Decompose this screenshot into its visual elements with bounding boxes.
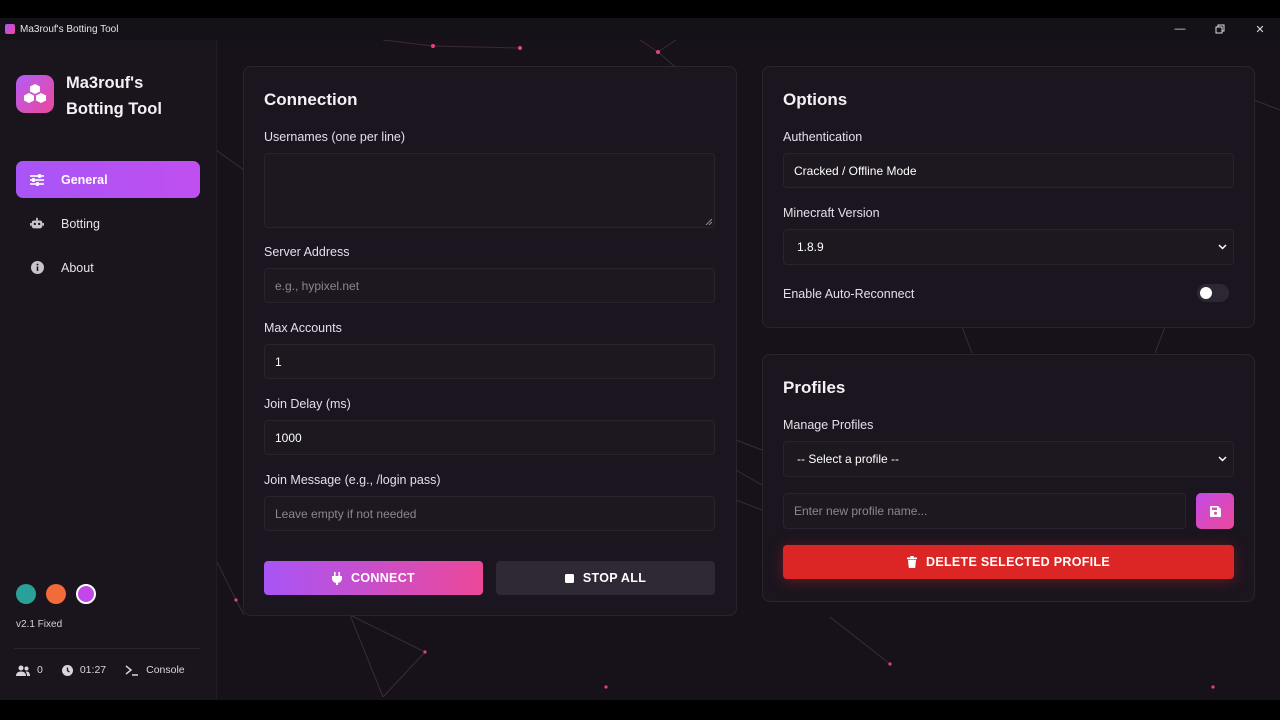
close-icon[interactable]: ✕ [1240, 18, 1280, 40]
stop-all-button[interactable]: STOP ALL [496, 561, 715, 595]
console-label: Console [146, 664, 185, 676]
delete-profile-button[interactable]: DELETE SELECTED PROFILE [783, 545, 1234, 579]
manage-profiles-label: Manage Profiles [783, 418, 874, 432]
sidebar-item-botting[interactable]: Botting [16, 205, 200, 242]
sliders-icon [30, 173, 44, 187]
app-icon [5, 24, 15, 34]
sidebar-item-label: General [61, 172, 108, 187]
profiles-title: Profiles [783, 378, 846, 397]
server-address-input[interactable]: e.g., hypixel.net [264, 268, 715, 303]
minecraft-version-label: Minecraft Version [783, 206, 880, 220]
status-bar: 0 01:27 Console [16, 664, 204, 676]
options-card: Options Authentication Cracked / Offline… [762, 66, 1255, 328]
connection-card: Connection Usernames (one per line) Serv… [243, 66, 737, 616]
sidebar-item-about[interactable]: About [16, 249, 200, 286]
sidebar-nav: General Botting About [16, 161, 200, 293]
bot-count: 0 [16, 664, 43, 676]
plug-icon [332, 571, 343, 585]
restore-icon[interactable] [1200, 18, 1240, 40]
resize-grip-icon[interactable] [705, 218, 712, 225]
brand-title: Ma3rouf's Botting Tool [66, 70, 206, 122]
connection-title: Connection [264, 90, 358, 109]
profile-select-value: -- Select a profile -- [797, 452, 900, 466]
cubes-icon [24, 84, 46, 103]
auto-reconnect-toggle[interactable] [1197, 284, 1229, 302]
max-accounts-input[interactable]: 1 [264, 344, 715, 379]
bottom-black-bar [0, 700, 1280, 720]
authentication-label: Authentication [783, 130, 863, 144]
sidebar-item-label: Botting [61, 216, 100, 231]
theme-selector [16, 584, 106, 604]
console-button[interactable]: Console [125, 664, 185, 676]
join-message-label: Join Message (e.g., /login pass) [264, 473, 441, 487]
top-black-bar [0, 0, 1280, 18]
usernames-textarea[interactable] [264, 153, 715, 228]
minecraft-version-select[interactable]: 1.8.9 [783, 229, 1234, 265]
info-icon [30, 261, 44, 275]
theme-orange[interactable] [46, 584, 66, 604]
authentication-field[interactable]: Cracked / Offline Mode [783, 153, 1234, 188]
profile-name-input[interactable]: Enter new profile name... [783, 493, 1186, 529]
chevron-down-icon [1218, 456, 1227, 462]
server-placeholder: e.g., hypixel.net [275, 278, 360, 293]
stop-all-label: STOP ALL [582, 571, 647, 585]
clock-icon [61, 664, 73, 676]
terminal-icon [125, 664, 139, 676]
trash-icon [907, 556, 917, 568]
profile-name-placeholder: Enter new profile name... [794, 504, 928, 518]
window-controls: — ✕ [1160, 18, 1280, 40]
options-title: Options [783, 90, 848, 109]
window-title: Ma3rouf's Botting Tool [20, 23, 119, 35]
chevron-down-icon [1218, 244, 1227, 250]
brand-line-2: Botting Tool [66, 100, 162, 118]
max-accounts-value: 1 [275, 354, 282, 369]
join-delay-label: Join Delay (ms) [264, 397, 351, 411]
app-window: Ma3rouf's Botting Tool General Botting A… [0, 40, 1280, 700]
sidebar-item-label: About [61, 260, 94, 275]
robot-icon [30, 217, 44, 231]
sidebar: Ma3rouf's Botting Tool General Botting A… [0, 40, 217, 700]
save-icon [1209, 505, 1221, 517]
join-message-placeholder: Leave empty if not needed [275, 506, 417, 521]
uptime-value: 01:27 [79, 664, 107, 676]
profile-select[interactable]: -- Select a profile -- [783, 441, 1234, 477]
connect-button[interactable]: CONNECT [264, 561, 483, 595]
auto-reconnect-label: Enable Auto-Reconnect [783, 287, 915, 301]
save-profile-button[interactable] [1196, 493, 1234, 529]
minecraft-version-value: 1.8.9 [797, 240, 824, 254]
connect-label: CONNECT [351, 571, 415, 585]
app-logo [16, 75, 54, 113]
window-titlebar: Ma3rouf's Botting Tool — ✕ [0, 18, 1280, 40]
bot-count-value: 0 [37, 664, 43, 676]
sidebar-item-general[interactable]: General [16, 161, 200, 198]
usernames-label: Usernames (one per line) [264, 130, 406, 144]
delete-profile-label: DELETE SELECTED PROFILE [926, 555, 1110, 569]
theme-purple[interactable] [76, 584, 96, 604]
authentication-value: Cracked / Offline Mode [794, 163, 917, 178]
version-label: v2.1 Fixed [16, 619, 63, 630]
uptime: 01:27 [61, 664, 107, 676]
minimize-icon[interactable]: — [1160, 18, 1200, 40]
server-label: Server Address [264, 245, 350, 259]
profiles-card: Profiles Manage Profiles -- Select a pro… [762, 354, 1255, 602]
stop-icon [564, 573, 574, 583]
sidebar-divider [14, 648, 200, 649]
toggle-knob [1200, 287, 1212, 299]
join-delay-input[interactable]: 1000 [264, 420, 715, 455]
users-icon [16, 665, 30, 676]
max-accounts-label: Max Accounts [264, 321, 342, 335]
theme-teal[interactable] [16, 584, 36, 604]
join-message-input[interactable]: Leave empty if not needed [264, 496, 715, 531]
brand-line-1: Ma3rouf's [66, 74, 144, 92]
join-delay-value: 1000 [275, 430, 302, 445]
